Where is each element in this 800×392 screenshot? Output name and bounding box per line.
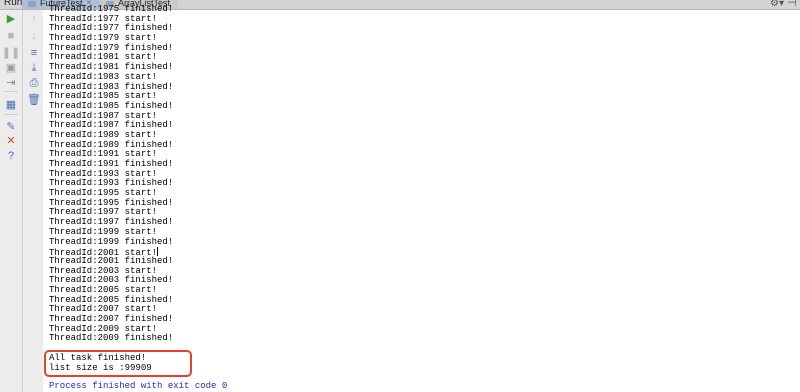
run-icon[interactable]: ▶ bbox=[4, 13, 18, 25]
run-actions-toolbar: ▶ ■ ❚❚ ▣ ⇥ ▦ ✎ ✕? bbox=[0, 10, 23, 392]
arrow-down-icon[interactable]: ↓ bbox=[27, 30, 41, 42]
dump-threads-icon[interactable]: ▣ bbox=[4, 62, 18, 74]
console-actions-toolbar: ↑ ↓ ≡ ⤓ ⎙ 🗑 bbox=[23, 10, 43, 392]
text-caret bbox=[157, 247, 159, 257]
soft-wrap-icon[interactable]: ≡ bbox=[27, 47, 41, 59]
highlight-annotation-box bbox=[44, 350, 192, 377]
layout-icon[interactable]: ▦ bbox=[4, 99, 18, 111]
console-line: ThreadId:2009 finished! bbox=[49, 333, 174, 344]
console-lines: ThreadId:1975 finished! ThreadId:1977 sta… bbox=[49, 4, 174, 344]
console-line: ThreadId:1999 finished! bbox=[49, 236, 174, 247]
print-icon[interactable]: ⎙ bbox=[27, 77, 41, 89]
run-config-icon bbox=[28, 1, 36, 7]
help-icon[interactable]: ? bbox=[4, 150, 18, 162]
scroll-to-end-icon[interactable]: ⤓ bbox=[27, 62, 41, 74]
pause-icon[interactable]: ❚❚ bbox=[2, 47, 20, 59]
stop-icon[interactable]: ■ bbox=[4, 30, 18, 42]
close-icon[interactable]: ✕ bbox=[4, 135, 18, 147]
toolbar-separator bbox=[4, 114, 18, 115]
process-exit-message: Process finished with exit code 0 bbox=[49, 381, 228, 391]
pin-icon[interactable]: ✎ bbox=[4, 121, 18, 133]
console-output[interactable]: ThreadId:1975 finished! ThreadId:1977 sta… bbox=[44, 0, 800, 392]
toolbar-separator bbox=[4, 91, 18, 92]
clear-icon[interactable]: 🗑 bbox=[27, 94, 41, 106]
exit-icon[interactable]: ⇥ bbox=[4, 77, 18, 89]
arrow-up-icon[interactable]: ↑ bbox=[27, 13, 41, 25]
